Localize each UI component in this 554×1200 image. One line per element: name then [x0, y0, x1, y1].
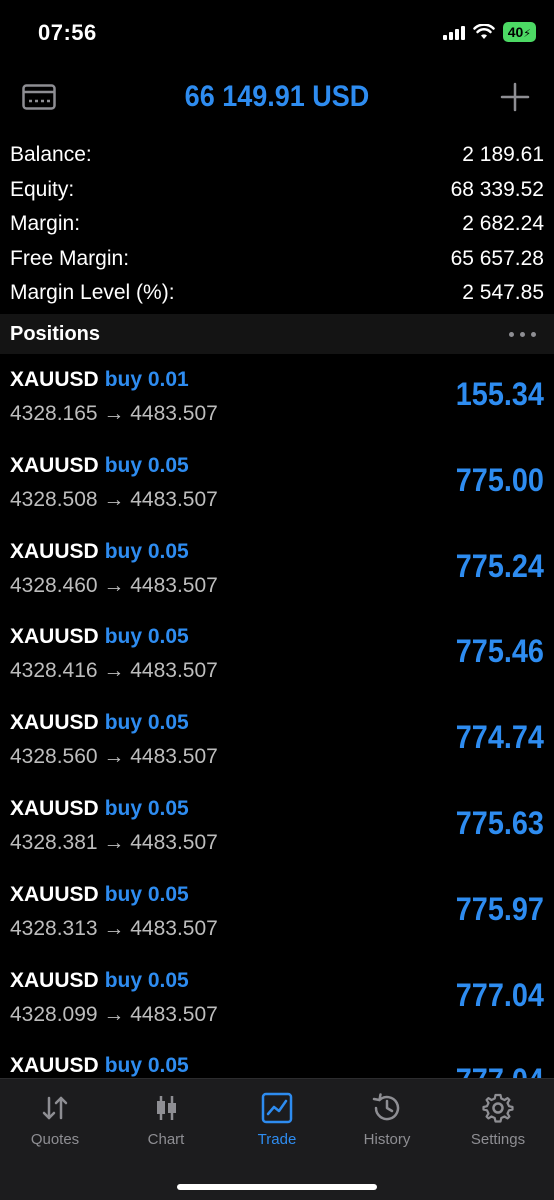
account-summary: Balance: 2 189.61 Equity: 68 339.52 Marg… — [10, 138, 544, 311]
tab-settings[interactable]: Settings — [443, 1091, 553, 1148]
position-profit: 774.74 — [455, 719, 544, 756]
status-time: 07:56 — [38, 20, 97, 45]
summary-value: 2 189.61 — [462, 143, 544, 167]
battery-icon: 40⚡ — [502, 22, 536, 42]
position-symbol: XAUUSD — [10, 539, 99, 563]
summary-label: Free Margin: — [10, 246, 130, 270]
tab-label: Trade — [257, 1131, 297, 1148]
position-row[interactable]: XAUUSD buy 0.05 4328.460 → 4483.507 775.2… — [0, 526, 554, 612]
position-prices: 4328.313 → 4483.507 — [10, 916, 218, 940]
summary-value: 65 657.28 — [450, 246, 544, 270]
position-type: buy 0.05 — [104, 1054, 189, 1078]
chart-icon — [157, 1096, 176, 1120]
position-type: buy 0.05 — [104, 796, 189, 820]
position-symbol: XAUUSD — [10, 711, 99, 735]
position-prices: 4328.460 → 4483.507 — [10, 573, 218, 597]
position-symbol: XAUUSD — [10, 968, 99, 992]
position-profit: 777.04 — [455, 976, 544, 1013]
summary-value: 2 682.24 — [462, 212, 544, 236]
position-symbol: XAUUSD — [10, 625, 99, 649]
position-row[interactable]: XAUUSDbuy 0.05 777.04 — [0, 1040, 554, 1078]
status-bar: 07:56 40⚡ — [0, 0, 554, 70]
tab-quotes[interactable]: Quotes — [0, 1091, 110, 1148]
signal-icon — [442, 24, 465, 40]
position-symbol: XAUUSD — [10, 1054, 99, 1078]
wifi-icon — [472, 24, 495, 39]
summary-label: Margin Level (%): — [10, 281, 175, 305]
position-profit: 775.63 — [455, 804, 544, 841]
header: 66 149.91 USD — [0, 72, 554, 124]
position-symbol: XAUUSD — [10, 453, 99, 477]
settings-icon — [482, 1093, 514, 1123]
summary-row-free-margin: Free Margin: 65 657.28 — [10, 242, 544, 277]
position-prices: 4328.165 → 4483.507 — [10, 402, 218, 425]
history-icon — [372, 1093, 400, 1121]
battery-level: 40 — [507, 24, 524, 40]
add-icon[interactable] — [500, 82, 530, 112]
position-profit: 775.24 — [455, 547, 544, 584]
status-icons: 40⚡ — [442, 22, 536, 42]
position-row[interactable]: XAUUSD buy 0.05 4328.508 → 4483.507 775.0… — [0, 440, 554, 526]
tab-label: History — [363, 1131, 411, 1148]
position-profit: 775.46 — [455, 633, 544, 670]
position-symbol: XAUUSD — [10, 368, 99, 391]
summary-row-balance: Balance: 2 189.61 — [10, 138, 544, 173]
tab-history[interactable]: History — [332, 1091, 442, 1148]
position-prices: 4328.560 → 4483.507 — [10, 745, 218, 769]
summary-row-margin: Margin: 2 682.24 — [10, 207, 544, 242]
quotes-icon — [42, 1096, 68, 1120]
position-profit: 775.00 — [455, 461, 544, 498]
summary-label: Balance: — [10, 143, 92, 167]
position-row[interactable]: XAUUSD buy 0.05 4328.099 → 4483.507 777.0… — [0, 955, 554, 1041]
position-type: buy 0.05 — [104, 711, 189, 735]
summary-label: Margin: — [10, 212, 81, 236]
position-row[interactable]: XAUUSD buy 0.05 4328.313 → 4483.507 775.9… — [0, 869, 554, 955]
position-prices: 4328.099 → 4483.507 — [10, 1002, 218, 1026]
summary-row-equity: Equity: 68 339.52 — [10, 173, 544, 208]
position-type: buy 0.05 — [104, 625, 189, 649]
positions-header: Positions — [0, 314, 554, 354]
positions-title: Positions — [10, 323, 101, 345]
tab-chart[interactable]: Chart — [111, 1091, 221, 1148]
position-row[interactable]: XAUUSD buy 0.01 4328.165 → 4483.507 155.3… — [0, 354, 554, 440]
tab-label: Chart — [147, 1131, 185, 1148]
summary-value: 68 339.52 — [450, 177, 544, 201]
position-prices: 4328.508 → 4483.507 — [10, 487, 218, 511]
account-equity-title[interactable]: 66 149.91 USD — [28, 80, 527, 114]
home-indicator[interactable] — [177, 1184, 377, 1190]
position-row[interactable]: XAUUSD buy 0.05 4328.416 → 4483.507 775.4… — [0, 611, 554, 697]
position-profit: 777.04 — [456, 1062, 544, 1078]
positions-list: XAUUSD buy 0.01 4328.165 → 4483.507 155.3… — [0, 354, 554, 1078]
position-symbol: XAUUSD — [10, 796, 99, 820]
tab-trade[interactable]: Trade — [222, 1091, 332, 1148]
tab-label: Settings — [470, 1131, 526, 1148]
position-type: buy 0.05 — [104, 453, 189, 477]
tab-bar: Quotes Chart Trade History Settings — [0, 1078, 554, 1200]
summary-label: Equity: — [10, 177, 75, 201]
position-type: buy 0.05 — [104, 968, 189, 992]
position-row[interactable]: XAUUSD buy 0.05 4328.560 → 4483.507 774.7… — [0, 697, 554, 783]
position-symbol: XAUUSD — [10, 882, 99, 906]
position-type: buy 0.05 — [104, 539, 189, 563]
position-profit: 775.97 — [455, 890, 544, 927]
summary-row-margin-level: Margin Level (%): 2 547.85 — [10, 276, 544, 311]
position-prices: 4328.381 → 4483.507 — [10, 830, 218, 854]
tab-label: Quotes — [30, 1131, 80, 1148]
position-type: buy 0.05 — [104, 882, 189, 906]
position-type: buy 0.01 — [104, 368, 189, 391]
trade-icon — [261, 1092, 293, 1124]
more-icon[interactable] — [509, 332, 536, 337]
position-profit: 155.34 — [455, 376, 544, 412]
summary-value: 2 547.85 — [462, 281, 544, 305]
position-row[interactable]: XAUUSD buy 0.05 4328.381 → 4483.507 775.6… — [0, 783, 554, 869]
position-prices: 4328.416 → 4483.507 — [10, 659, 218, 683]
